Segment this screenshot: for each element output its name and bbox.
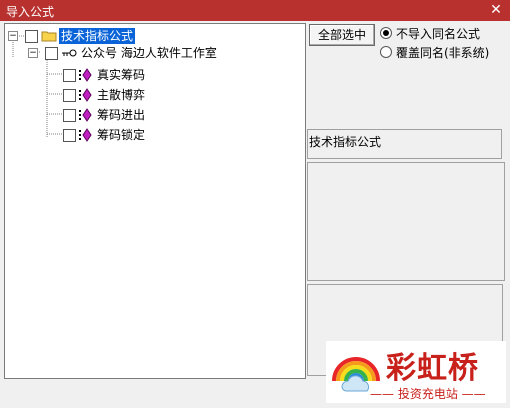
window-title: 导入公式 — [6, 5, 55, 19]
formula-description-box — [307, 162, 505, 281]
item-checkbox[interactable] — [63, 129, 76, 142]
watermark-brand: 彩虹桥 — [386, 351, 479, 386]
close-icon[interactable]: ✕ — [488, 1, 504, 19]
tree-root-label[interactable]: 技术指标公式 — [59, 28, 136, 44]
diamond-icon — [78, 128, 92, 145]
tree-item[interactable]: 真实筹码 — [5, 67, 305, 83]
key-icon — [61, 47, 77, 62]
title-bar: 导入公式 ✕ — [0, 0, 510, 21]
diamond-icon — [78, 88, 92, 105]
tree-root[interactable]: − 技术指标公式 — [5, 28, 305, 44]
collapse-icon[interactable]: − — [28, 48, 38, 58]
tree-item[interactable]: 主散博弈 — [5, 87, 305, 103]
select-all-button[interactable]: 全部选中 — [309, 24, 375, 46]
tree-item[interactable]: 筹码进出 — [5, 107, 305, 123]
tree-group[interactable]: − 公众号 海边人软件工作室 — [5, 45, 305, 61]
formula-tree[interactable]: − 技术指标公式 − 公众号 海边人软件工作室 真实筹码 主散博弈 筹码进出 筹… — [4, 23, 306, 379]
item-checkbox[interactable] — [63, 89, 76, 102]
folder-icon — [41, 29, 57, 45]
overwrite-same-name-radio[interactable] — [380, 46, 392, 58]
tree-group-label: 公众号 海边人软件工作室 — [81, 46, 217, 60]
info-title: 技术指标公式 — [309, 135, 382, 149]
item-checkbox[interactable] — [63, 69, 76, 82]
diamond-icon — [78, 108, 92, 125]
collapse-icon[interactable]: − — [8, 31, 18, 41]
root-checkbox[interactable] — [25, 30, 38, 43]
skip-same-name-label[interactable]: 不导入同名公式 — [396, 25, 480, 42]
tree-item-label: 筹码进出 — [97, 108, 146, 122]
tree-item[interactable]: 筹码锁定 — [5, 127, 305, 143]
tree-item-label: 筹码锁定 — [97, 128, 146, 142]
overwrite-same-name-label[interactable]: 覆盖同名(非系统) — [396, 44, 489, 61]
tree-item-label: 主散博弈 — [97, 88, 146, 102]
info-title-panel: 技术指标公式 — [307, 129, 502, 159]
skip-same-name-radio[interactable] — [380, 27, 392, 39]
item-checkbox[interactable] — [63, 109, 76, 122]
group-checkbox[interactable] — [45, 47, 58, 60]
diamond-icon — [78, 68, 92, 85]
tree-item-label: 真实筹码 — [97, 68, 146, 82]
watermark-logo: 彩虹桥 —— 投资充电站 —— — [326, 341, 506, 403]
watermark-subtitle: —— 投资充电站 —— — [370, 387, 486, 401]
